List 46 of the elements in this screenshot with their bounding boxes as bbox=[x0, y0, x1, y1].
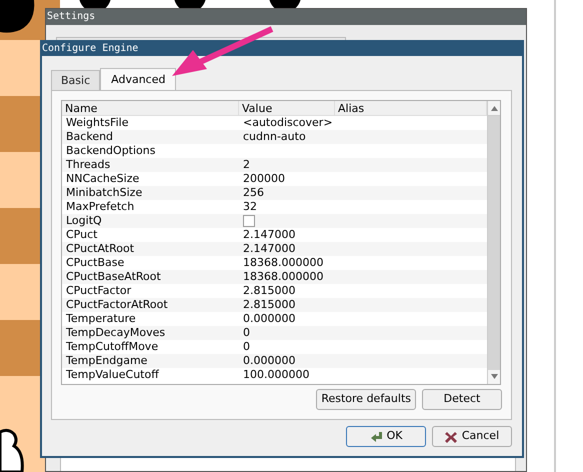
table-cell-text: CPuct bbox=[65, 228, 98, 242]
table-cell-text: MinibatchSize bbox=[65, 186, 144, 200]
table-cell-text: Backend bbox=[65, 130, 114, 144]
action-button[interactable]: Detect bbox=[422, 389, 502, 410]
table-cell-text: 2.147000 bbox=[242, 228, 296, 242]
window-title: Settings bbox=[46, 9, 526, 25]
table-cell-text: TempEndgame bbox=[65, 354, 148, 368]
table-cell-text: 2 bbox=[242, 158, 251, 172]
table-cell-text: CPuctBaseAtRoot bbox=[65, 270, 162, 284]
table-cell-text: 18368.000000 bbox=[242, 270, 324, 284]
cancel-button[interactable]: Cancel bbox=[432, 426, 512, 447]
table-cell-text: 18368.000000 bbox=[242, 256, 324, 270]
table-cell-text: BackendOptions bbox=[65, 144, 156, 158]
table-cell-text: 256 bbox=[242, 186, 265, 200]
tab[interactable]: Advanced bbox=[100, 68, 176, 91]
ok-button[interactable]: OK bbox=[346, 426, 426, 447]
table-cell-text: 200000 bbox=[242, 172, 286, 186]
dialog-title: Configure Engine bbox=[42, 42, 522, 56]
table-cell-text: TempValueCutoff bbox=[65, 368, 160, 382]
table-cell-text: cudnn-auto bbox=[242, 130, 307, 144]
column-header[interactable]: Name bbox=[62, 101, 239, 115]
table-cell-text: CPuctAtRoot bbox=[65, 242, 136, 256]
table-cell-text: TempCutoffMove bbox=[65, 340, 160, 354]
table-cell-text: 2.815000 bbox=[242, 298, 296, 312]
table-cell-text: 0 bbox=[242, 340, 251, 354]
action-button[interactable]: Restore defaults bbox=[316, 389, 416, 410]
table-cell-text: CPuctFactor bbox=[65, 284, 132, 298]
table-cell-text: 0.000000 bbox=[242, 312, 296, 326]
table-cell-text: 100.000000 bbox=[242, 368, 310, 382]
table-cell-text: CPuctFactorAtRoot bbox=[65, 298, 169, 312]
table-cell-text: 2.147000 bbox=[242, 242, 296, 256]
table-cell-text: 2.815000 bbox=[242, 284, 296, 298]
table-cell-text: CPuctBase bbox=[65, 256, 126, 270]
table-cell-text: 0.000000 bbox=[242, 354, 296, 368]
table-cell-text: LogitQ bbox=[65, 214, 103, 228]
table-cell-text: <autodiscover> bbox=[242, 116, 334, 130]
table-cell-text: MaxPrefetch bbox=[65, 200, 136, 214]
table-cell-text: NNCacheSize bbox=[65, 172, 140, 186]
table-cell-text: 32 bbox=[242, 200, 258, 214]
column-header[interactable]: Value bbox=[239, 101, 335, 115]
table-cell-text: WeightsFile bbox=[65, 116, 130, 130]
table-cell-text: Threads bbox=[65, 158, 112, 172]
table-cell-text: Temperature bbox=[65, 312, 137, 326]
table-cell-text: 0 bbox=[242, 326, 251, 340]
tab[interactable]: Basic bbox=[51, 70, 100, 90]
table-cell-text: TempDecayMoves bbox=[65, 326, 166, 340]
